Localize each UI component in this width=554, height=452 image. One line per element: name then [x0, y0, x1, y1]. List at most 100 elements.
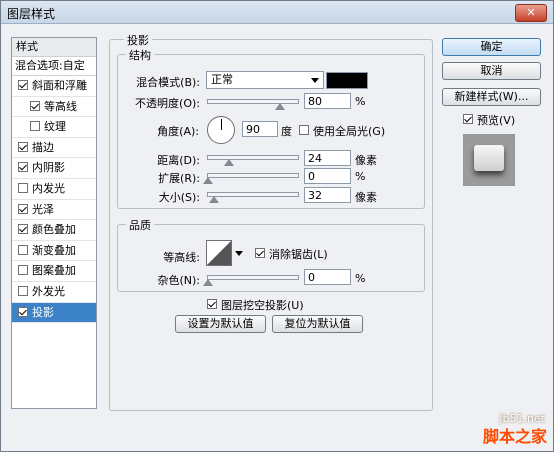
spread-input[interactable]: 0: [304, 168, 351, 184]
style-item-label: 描边: [32, 140, 54, 154]
noise-unit: %: [355, 272, 366, 285]
contour-curve-icon: [207, 241, 231, 265]
global-light-label[interactable]: 使用全局光(G): [313, 123, 385, 139]
style-item-7[interactable]: 颜色叠加: [12, 220, 96, 241]
style-item-8[interactable]: 渐变叠加: [12, 241, 96, 262]
size-slider-thumb[interactable]: [209, 196, 219, 203]
style-item-0[interactable]: 斜面和浮雕: [12, 76, 96, 97]
chevron-down-icon: [311, 78, 319, 83]
make-default-button[interactable]: 设置为默认值: [175, 315, 266, 333]
structure-title: 结构: [126, 47, 154, 63]
angle-unit: 度: [281, 125, 292, 138]
dialog-title: 图层样式: [7, 7, 56, 21]
contour-label: 等高线:: [163, 251, 200, 264]
style-item-label: 图案叠加: [32, 264, 76, 278]
style-item-label: 等高线: [44, 99, 77, 113]
style-item-5[interactable]: 内发光: [12, 179, 96, 200]
distance-label: 距离(D):: [157, 154, 200, 167]
noise-label: 杂色(N):: [157, 274, 200, 287]
style-item-checkbox[interactable]: [30, 100, 40, 111]
drop-shadow-title: 投影: [124, 32, 152, 48]
style-item-label: 渐变叠加: [32, 243, 76, 257]
style-item-label: 光泽: [32, 202, 54, 216]
style-item-label: 外发光: [32, 284, 65, 298]
spread-slider-thumb[interactable]: [203, 177, 213, 184]
opacity-slider-thumb[interactable]: [275, 103, 285, 110]
layer-style-dialog: 图层样式 ✕ 样式 混合选项:自定 斜面和浮雕等高线纹理描边内阴影内发光光泽颜色…: [0, 0, 554, 452]
size-slider[interactable]: [207, 192, 299, 203]
styles-list: 样式 混合选项:自定 斜面和浮雕等高线纹理描边内阴影内发光光泽颜色叠加渐变叠加图…: [11, 37, 97, 409]
style-item-10[interactable]: 外发光: [12, 282, 96, 303]
blending-options-item[interactable]: 混合选项:自定: [12, 57, 96, 76]
style-item-9[interactable]: 图案叠加: [12, 261, 96, 282]
shadow-color-swatch[interactable]: [326, 72, 368, 89]
style-preview: [463, 134, 515, 186]
contour-picker[interactable]: [206, 240, 232, 266]
ok-button[interactable]: 确定: [442, 38, 541, 56]
angle-indicator: [221, 119, 222, 130]
spread-slider[interactable]: [203, 173, 299, 184]
preview-label[interactable]: 预览(V): [477, 112, 515, 128]
style-item-checkbox[interactable]: [18, 265, 28, 276]
style-item-checkbox[interactable]: [18, 244, 28, 255]
quality-title: 品质: [126, 217, 154, 233]
blend-mode-value: 正常: [211, 73, 233, 86]
opacity-label: 不透明度(O):: [135, 97, 200, 110]
style-item-2[interactable]: 纹理: [12, 117, 96, 138]
style-item-3[interactable]: 描边: [12, 138, 96, 159]
blend-mode-select[interactable]: 正常: [206, 71, 324, 89]
new-style-button[interactable]: 新建样式(W)...: [442, 88, 541, 106]
style-item-checkbox[interactable]: [30, 121, 40, 132]
blend-mode-label: 混合模式(B):: [136, 76, 200, 89]
style-item-checkbox[interactable]: [18, 203, 28, 214]
size-input[interactable]: 32: [304, 187, 351, 203]
distance-unit: 像素: [355, 154, 377, 167]
style-item-label: 斜面和浮雕: [32, 79, 87, 92]
style-item-4[interactable]: 内阴影: [12, 158, 96, 179]
preview-checkbox[interactable]: [463, 114, 473, 124]
angle-dial[interactable]: [207, 116, 235, 144]
reset-default-button[interactable]: 复位为默认值: [272, 315, 363, 333]
style-item-checkbox[interactable]: [18, 224, 28, 235]
styles-header[interactable]: 样式: [12, 38, 96, 57]
title-bar: 图层样式 ✕: [1, 1, 553, 24]
distance-slider-thumb[interactable]: [224, 159, 234, 166]
style-item-checkbox[interactable]: [18, 182, 28, 193]
noise-input[interactable]: 0: [304, 269, 351, 285]
size-label: 大小(S):: [158, 191, 200, 204]
angle-input[interactable]: 90: [242, 121, 278, 137]
noise-slider[interactable]: [203, 275, 299, 286]
anti-alias-label[interactable]: 消除锯齿(L): [269, 246, 328, 262]
spread-unit: %: [355, 170, 366, 183]
preview-thumbnail: [474, 145, 504, 171]
style-item-checkbox[interactable]: [18, 306, 28, 317]
spread-label: 扩展(R):: [158, 172, 200, 185]
angle-label: 角度(A):: [157, 125, 199, 138]
style-item-label: 内阴影: [32, 161, 65, 175]
style-item-6[interactable]: 光泽: [12, 200, 96, 221]
style-item-label: 投影: [32, 305, 54, 319]
style-item-checkbox[interactable]: [18, 141, 28, 152]
anti-alias-checkbox[interactable]: [255, 248, 265, 258]
style-item-label: 内发光: [32, 181, 65, 195]
opacity-input[interactable]: 80: [304, 93, 351, 109]
cancel-button[interactable]: 取消: [442, 62, 541, 80]
opacity-slider[interactable]: [207, 99, 299, 110]
style-item-checkbox[interactable]: [18, 162, 28, 173]
style-item-1[interactable]: 等高线: [12, 97, 96, 118]
knockout-checkbox[interactable]: [207, 299, 217, 309]
style-item-label: 颜色叠加: [32, 223, 76, 237]
watermark-logo: 脚本之家: [482, 427, 547, 446]
style-item-11[interactable]: 投影: [12, 302, 96, 324]
style-item-checkbox[interactable]: [18, 285, 28, 296]
chevron-down-icon[interactable]: [235, 251, 243, 256]
close-button[interactable]: ✕: [515, 4, 547, 22]
style-item-label: 纹理: [44, 120, 66, 134]
distance-input[interactable]: 24: [304, 150, 351, 166]
style-item-checkbox[interactable]: [18, 80, 28, 90]
global-light-checkbox[interactable]: [299, 125, 309, 135]
noise-slider-thumb[interactable]: [203, 279, 213, 286]
distance-slider[interactable]: [207, 155, 299, 166]
knockout-label[interactable]: 图层挖空投影(U): [221, 297, 304, 313]
opacity-unit: %: [355, 95, 366, 108]
